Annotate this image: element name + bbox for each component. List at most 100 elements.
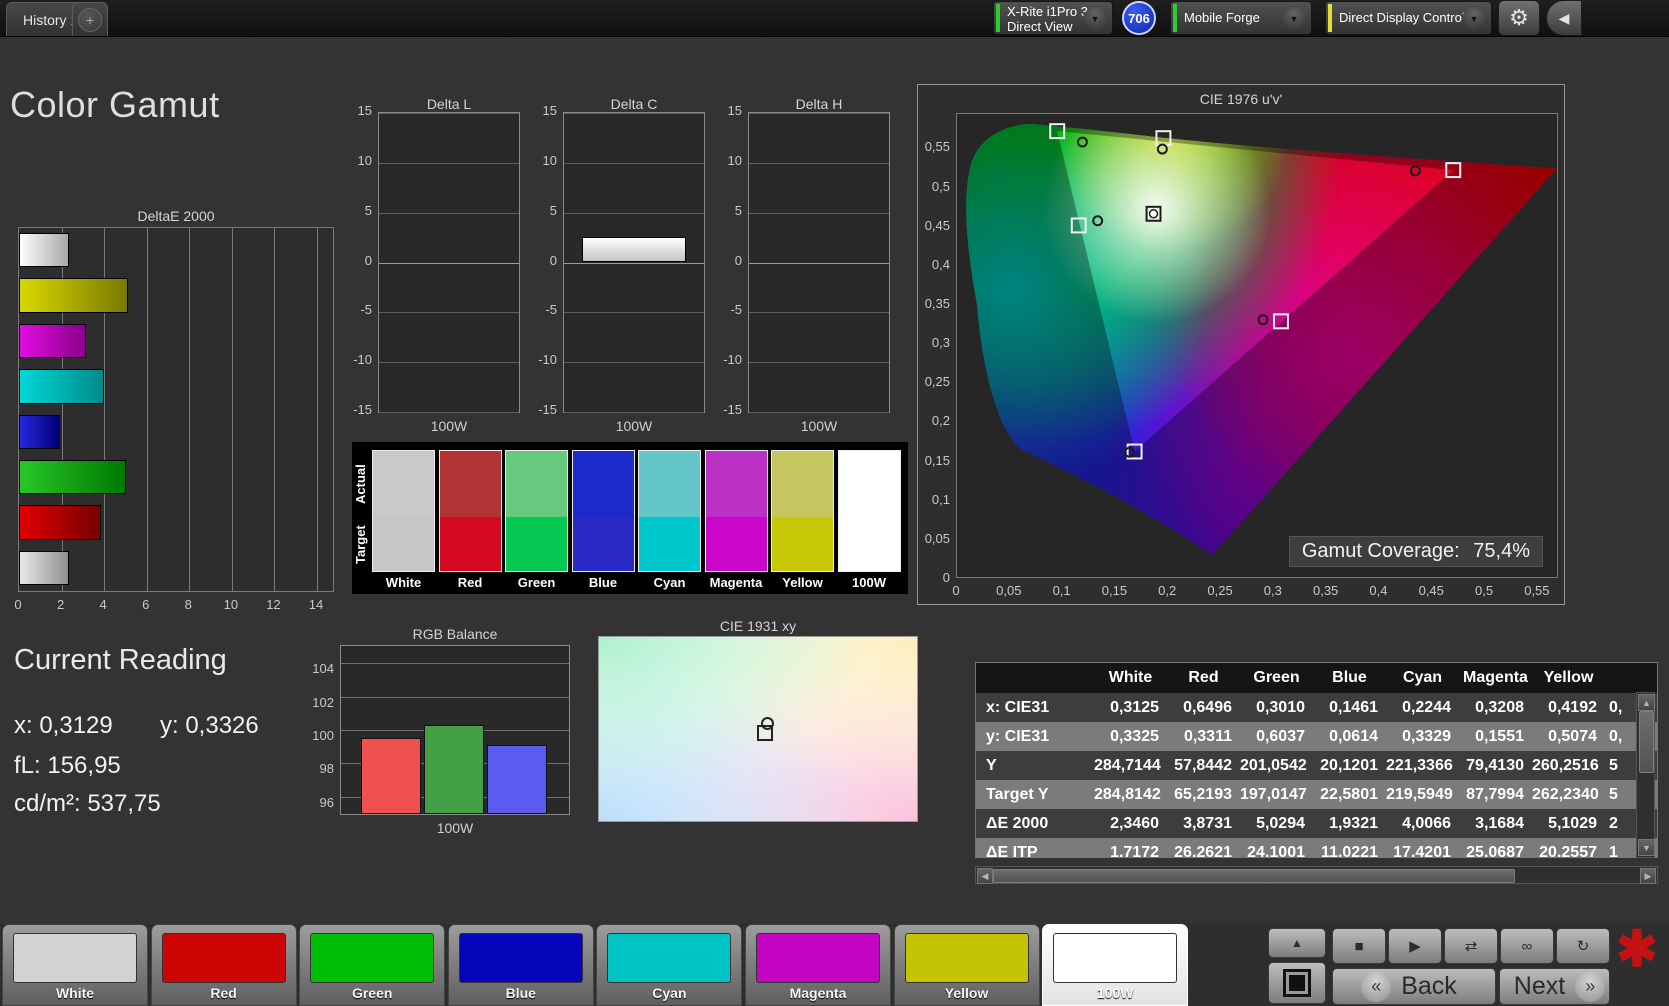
rgb-ytick: 100 [312, 728, 334, 743]
swatch-column-blue: Blue [571, 450, 635, 590]
cie1976-ytick: 0,2 [931, 413, 950, 429]
gridline [379, 362, 519, 364]
patch-button-blue[interactable]: Blue [447, 924, 594, 1006]
swatch-label: Yellow [782, 575, 823, 590]
rgb-plot [340, 645, 570, 815]
table-cell: 26,2621 [1174, 843, 1232, 858]
table-cell: 2,3460 [1110, 814, 1159, 832]
table-cell: 1,9321 [1329, 814, 1378, 832]
refresh-button[interactable]: ↻ [1556, 928, 1610, 964]
pattern-window-up-button[interactable]: ▲ [1268, 928, 1326, 958]
chevron-right-icon: » [1575, 971, 1606, 1002]
table-row-5: ΔE 2000 2,3460 3,8731 5,0294 1,9321 4,0066 3,1… [976, 809, 1657, 838]
patch-button-magenta[interactable]: Magenta [745, 924, 891, 1006]
table-cell: 87,7994 [1466, 785, 1524, 803]
table-cell: 219,5949 [1386, 785, 1453, 803]
table-cell: 0,1461 [1329, 698, 1378, 716]
display-control-dropdown[interactable]: Direct Display Control ▼ [1325, 1, 1492, 35]
collapse-panel-button[interactable]: ◀ [1546, 0, 1582, 36]
table-cell: 0,3329 [1402, 727, 1451, 745]
scroll-down-icon[interactable]: ▼ [1638, 839, 1655, 856]
settings-button[interactable]: ⚙ [1498, 0, 1540, 36]
table-vscroll-thumb[interactable] [1639, 711, 1654, 773]
gridline [564, 262, 704, 264]
current-reading-heading: Current Reading [14, 644, 227, 676]
cie1976-xtick: 0,35 [1312, 583, 1339, 598]
pattern-window-icon [1283, 969, 1311, 997]
delta-h-ytick: 5 [734, 202, 742, 218]
play-button[interactable]: ▶ [1388, 928, 1442, 964]
gridline [749, 262, 889, 264]
patch-button-red[interactable]: Red [150, 924, 297, 1006]
row-label: Target Y [986, 785, 1049, 803]
cie1976-diagram [966, 123, 1557, 556]
table-cell: 0,1551 [1475, 727, 1524, 745]
patch-label: Yellow [944, 985, 989, 1001]
back-button[interactable]: « Back [1332, 968, 1496, 1005]
table-vscrollbar[interactable]: ▲ ▼ [1636, 692, 1655, 858]
delta-c-ytick: 10 [542, 152, 557, 168]
table-cell: 65,2193 [1174, 785, 1232, 803]
delta-l-ytick: 10 [357, 152, 372, 168]
rgb-bar-blue [487, 744, 547, 814]
gridline [379, 212, 519, 214]
source-dropdown[interactable]: Mobile Forge ▼ [1170, 1, 1312, 35]
delta-c-bar [582, 236, 686, 262]
table-cell: 197,0147 [1240, 785, 1307, 803]
delta-c-chart: Delta C 15 10 5 0 -5 -10 -15 100W [525, 96, 707, 441]
tab-history-label: History 1 [23, 11, 79, 28]
row-label: Y [986, 756, 997, 774]
gridline [379, 312, 519, 314]
swatch-pair [837, 450, 901, 572]
deltae2000-chart: DeltaE 2000 0 2 4 6 8 10 12 14 [14, 208, 336, 618]
cie1976-ytick: 0,55 [924, 139, 950, 155]
table-cell: 20,1201 [1320, 756, 1378, 774]
patch-button-white[interactable]: White [2, 924, 148, 1006]
next-button[interactable]: Next » [1499, 968, 1610, 1005]
delta-h-xlabel: 100W [800, 418, 838, 434]
swatch-actual-100w [838, 451, 900, 517]
patch-swatch-100w [1053, 933, 1178, 983]
table-cell: 1,7172 [1110, 843, 1159, 858]
delta-c-title: Delta C [610, 96, 658, 112]
app-window: History 1 + X-Rite i1Pro 3 Direct View ▼… [0, 0, 1669, 1006]
cie1976-measured-white [1148, 209, 1159, 219]
patch-button-100w[interactable]: 100W [1042, 924, 1189, 1006]
meter-dropdown[interactable]: X-Rite i1Pro 3 Direct View ▼ [993, 1, 1113, 35]
scroll-right-icon[interactable]: ▶ [1640, 868, 1656, 884]
delta-h-ytick: -10 [723, 352, 742, 368]
step-button[interactable]: ⇄ [1444, 928, 1498, 964]
table-cell-clipped: 0, [1609, 698, 1623, 716]
cie1976-ytick: 0,45 [924, 217, 950, 233]
table-cell-clipped: 0, [1609, 727, 1623, 745]
scroll-up-icon[interactable]: ▲ [1638, 694, 1655, 711]
gridline [379, 113, 519, 114]
stop-button[interactable]: ■ [1332, 928, 1386, 964]
patch-button-yellow[interactable]: Yellow [893, 924, 1040, 1006]
add-tab-button[interactable]: + [72, 2, 108, 36]
stop-icon: ■ [1354, 937, 1364, 955]
swatch-row-label-target: Target [353, 525, 368, 565]
continuous-button[interactable]: ∞ [1500, 928, 1554, 964]
swatch-actual-white [373, 451, 434, 517]
cie1976-ytick: 0,25 [924, 374, 950, 390]
deltae-xtick: 4 [99, 597, 107, 612]
table-hscroll-thumb[interactable] [993, 869, 1515, 883]
patch-button-green[interactable]: Green [299, 924, 446, 1006]
cie1976-ytick: 0,5 [931, 178, 950, 194]
delta-h-ytick: 15 [727, 103, 742, 118]
delta-l-yticks: 15 10 5 0 -5 -10 -15 [340, 103, 376, 417]
swatch-label: Cyan [653, 575, 686, 590]
table-cell: 22,5801 [1320, 785, 1378, 803]
table-cell: 262,2340 [1532, 785, 1599, 803]
patch-button-cyan[interactable]: Cyan [596, 924, 743, 1006]
reading-x: x: 0,3129 [14, 712, 113, 739]
table-hscrollbar[interactable]: ◀ ▶ [975, 866, 1658, 884]
scroll-left-icon[interactable]: ◀ [977, 868, 993, 884]
pattern-window-button[interactable] [1268, 962, 1326, 1004]
table-row-3: Y 284,7144 57,8442 201,0542 20,1201 221,3366 7… [976, 751, 1657, 780]
cie1976-ytick: 0,4 [931, 256, 950, 272]
table-row-6: ΔE ITP 1,7172 26,2621 24,1001 11,0221 17,4201… [976, 838, 1657, 858]
delta-h-yticks: 15 10 5 0 -5 -10 -15 [710, 103, 746, 417]
gridline [341, 696, 569, 698]
